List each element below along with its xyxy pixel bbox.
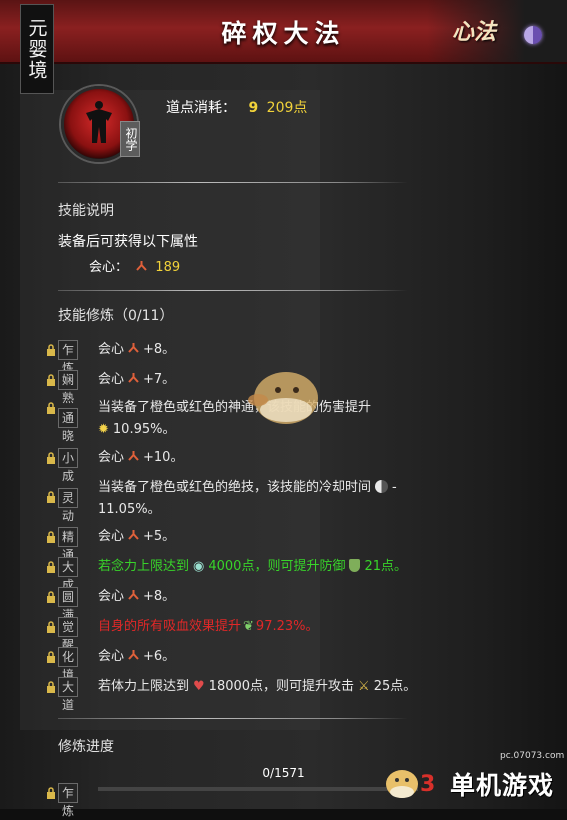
lock-icon [47, 374, 55, 386]
shield-icon [349, 559, 361, 572]
lifesteal-icon: ❦ [243, 619, 254, 634]
level-tag: 灵动 [58, 488, 79, 523]
sword-icon: ⚔ [358, 679, 370, 694]
level-tag: 精通 [58, 527, 79, 562]
lock-icon [47, 681, 55, 693]
crit-icon [128, 530, 139, 540]
description-title: 装备后可获得以下属性 [58, 234, 198, 250]
lock-icon [47, 621, 55, 633]
lock-icon [47, 531, 55, 543]
heart-icon: ♥ [193, 679, 205, 694]
crit-icon [128, 451, 139, 461]
level-tag: 小成 [58, 448, 79, 483]
level-tag: 乍炼 [58, 340, 79, 375]
level-text: 会心 +5。 [98, 529, 176, 544]
level-text: 当装备了橙色或红色的神通，该技能的伤害提升 [98, 400, 372, 415]
crit-icon [136, 261, 147, 271]
mascot-bird-image [248, 372, 318, 424]
divider [58, 290, 408, 291]
rank-badge: 初学 [120, 121, 140, 157]
robed-figure-icon [86, 101, 112, 143]
description-heading: 技能说明 [58, 203, 114, 219]
level-tag: 乍炼 [58, 783, 79, 818]
cooldown-icon [375, 480, 389, 493]
lock-icon [47, 561, 55, 573]
lock-icon [47, 591, 55, 603]
level-tag: 娴熟 [58, 370, 79, 405]
lock-icon [47, 651, 55, 663]
level-text: 自身的所有吸血效果提升 ❦ 97.23%。 [98, 619, 319, 634]
lock-icon [47, 787, 55, 799]
crit-icon [128, 373, 139, 383]
training-heading: 技能修炼（0/11） [58, 308, 174, 324]
yinyang-icon[interactable] [524, 26, 542, 44]
watermark-number: 3 [420, 772, 436, 797]
level-tag: 圆满 [58, 587, 79, 622]
crit-icon [128, 343, 139, 353]
lock-icon [47, 402, 55, 414]
realm-label: 元婴境 [25, 17, 48, 81]
daodian-icon: 9 [248, 100, 259, 116]
divider [58, 182, 408, 183]
crit-icon [128, 650, 139, 660]
level-text: 会心 +7。 [98, 372, 176, 387]
level-text: 若体力上限达到 ♥ 18000点，则可提升攻击 ⚔ 25点。 [98, 679, 417, 694]
level-text: 若念力上限达到 ◉ 4000点，则可提升防御 21点。 [98, 559, 407, 574]
progress-bar [98, 787, 418, 791]
level-text-2: 11.05%。 [98, 502, 161, 517]
level-text-2: ✹ 10.95%。 [98, 422, 176, 437]
level-tag: 通晓 [58, 408, 79, 443]
realm-badge: 元婴境 [20, 4, 54, 94]
level-text: 会心 +6。 [98, 649, 176, 664]
divider [58, 718, 408, 719]
watermark-brand: 单机游戏 [450, 771, 555, 800]
level-text: 会心 +10。 [98, 450, 184, 465]
watermark-site: pc.07073.com [500, 751, 565, 761]
lock-icon [47, 491, 55, 503]
lock-icon [47, 452, 55, 464]
description-attr: 会心： 189 [89, 256, 180, 275]
level-text: 当装备了橙色或红色的绝技，该技能的冷却时间 - [98, 480, 397, 495]
level-tag: 觉醒 [58, 617, 79, 652]
xinfa-label[interactable]: 心法 [452, 14, 496, 46]
attr-value: 189 [155, 260, 181, 275]
lock-icon [47, 344, 55, 356]
cost-row: 道点消耗： 9 209点 [166, 97, 307, 117]
watermark-bird-image [386, 770, 418, 798]
crit-icon [128, 590, 139, 600]
level-tag: 大成 [58, 557, 79, 592]
cost-label: 道点消耗： [166, 100, 236, 116]
cost-value: 209点 [266, 100, 308, 116]
eye-icon: ◉ [193, 559, 205, 574]
progress-heading: 修炼进度 [58, 739, 114, 755]
level-text: 会心 +8。 [98, 589, 176, 604]
damage-icon: ✹ [98, 422, 109, 437]
level-tag: 化境 [58, 647, 79, 682]
level-text: 会心 +8。 [98, 342, 176, 357]
level-tag: 大道 [58, 677, 79, 712]
attr-label: 会心： [89, 260, 129, 275]
